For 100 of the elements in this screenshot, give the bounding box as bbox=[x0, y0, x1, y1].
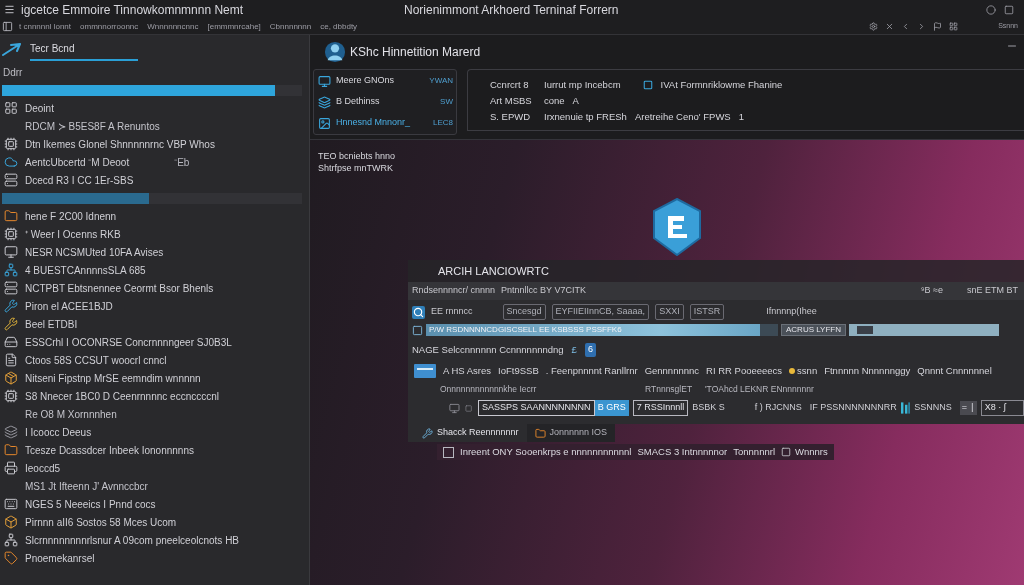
sidebar-subitem[interactable]: MS1 Jt Ifteenn J' Avnnccbcr bbox=[25, 478, 148, 494]
sidebar-item[interactable]: Dcecd R3 I CC 1Er-SBS bbox=[4, 172, 134, 188]
slider-thumb[interactable] bbox=[857, 326, 873, 334]
circle-icon[interactable] bbox=[986, 4, 996, 15]
section-heading: Ddrr bbox=[3, 65, 23, 80]
sidebar-item[interactable]: Piron el ACEE1BJD bbox=[4, 298, 113, 314]
toolbar-item[interactable]: ⁹B ≈e bbox=[920, 284, 943, 298]
printer-icon bbox=[4, 461, 18, 475]
search-icon[interactable] bbox=[412, 305, 425, 319]
nav-item[interactable]: B Dethinss SW bbox=[317, 92, 453, 112]
text-field[interactable]: 7 RSSInnnll bbox=[632, 400, 689, 416]
slider-track[interactable] bbox=[848, 324, 999, 336]
combo-field[interactable]: X8 · ʃ bbox=[980, 400, 1024, 416]
menu-item[interactable]: ce, dbbdty bbox=[320, 20, 358, 33]
sidebar-item[interactable]: Ieoccd5 bbox=[4, 460, 61, 476]
nav-item[interactable]: Hnnesnd Mnnonr_ LEC8 bbox=[317, 113, 453, 133]
filter-chip[interactable]: SXXI bbox=[655, 304, 684, 320]
flag-icon[interactable] bbox=[933, 22, 943, 31]
menu-item[interactable]: ommnnorroonnc bbox=[80, 20, 139, 33]
sidebar-item[interactable]: Tcesze Dcassdcer Inbeek Iononnnnns bbox=[4, 442, 194, 458]
square-icon bbox=[781, 447, 791, 457]
sidebar-item[interactable]: ESSCrhl I OCONRSE Concrnnnngeer SJ0B3L bbox=[4, 334, 232, 350]
filter-chip[interactable]: Sncesgd bbox=[502, 304, 546, 320]
cloud-icon bbox=[4, 155, 18, 169]
bottom-tab[interactable]: Jonnnnnn IOS bbox=[526, 424, 616, 442]
filter-chip[interactable]: ISTSR bbox=[689, 304, 725, 320]
status-text: SMACS 3 Intnnnnnor bbox=[637, 444, 728, 459]
input-field[interactable]: SASSPS SAANNNNNNNN bbox=[478, 400, 595, 416]
sidebar-item[interactable]: NESR NCSMUted 10FA Avises bbox=[4, 244, 164, 260]
sidebar-item[interactable]: Beel ETDBI bbox=[4, 316, 78, 332]
dialog-title: ARCIH LANCIOWRTC bbox=[438, 263, 550, 279]
detail-text: Art MSBS bbox=[490, 93, 533, 108]
path-text: Pntnnllcc BY V7CITK bbox=[501, 284, 586, 298]
sidebar-item[interactable]: Pnoemekanrsel bbox=[4, 550, 95, 566]
sidebar-item[interactable]: hene F 2C00 Idnenn bbox=[4, 208, 117, 224]
filter-chip[interactable]: EYFIIEIInnCB, Saaaa, bbox=[551, 304, 650, 320]
column-label: RI RR Pooeeeecs bbox=[706, 363, 783, 378]
menu-item[interactable]: [emmmnrcahe] bbox=[207, 20, 261, 33]
sidebar-item[interactable]: NCTPBT Ebtsnennee Ceormt Bsor Bhenls bbox=[4, 280, 214, 296]
sidebar-item[interactable]: Deoint bbox=[4, 100, 54, 116]
sidebar-item[interactable]: 4 BUESTCAnnnnsSLA 685 bbox=[4, 262, 146, 278]
item-value: ⁻Eb bbox=[174, 155, 190, 170]
sidebar-item[interactable]: ⁺ Weer I Ocenns RKB bbox=[4, 226, 121, 242]
panel-icon[interactable] bbox=[2, 21, 13, 32]
detail-text: 1 bbox=[738, 109, 744, 124]
sidebar-subitem[interactable]: Re O8 M Xornnnhen bbox=[25, 406, 117, 422]
field-value: SSNNNS bbox=[914, 401, 952, 415]
package-icon bbox=[4, 371, 18, 385]
filter-label: Ifnnnnp(Ihee bbox=[766, 305, 817, 319]
folder-icon bbox=[4, 209, 18, 223]
detail-text: cone bbox=[544, 93, 565, 108]
network-icon bbox=[4, 263, 18, 277]
field-caption: RTnnnsglET bbox=[645, 383, 694, 396]
sidebar-item[interactable]: Pirnnn aII6 Sostos 58 Mces Ucom bbox=[4, 514, 177, 530]
grid-icon[interactable] bbox=[949, 22, 959, 31]
menu-item[interactable]: Cbnnnnnnn bbox=[269, 20, 312, 33]
filter-label: EE rnnncc bbox=[431, 305, 473, 319]
column-label: Qnnnt Cnnnnnnel bbox=[917, 363, 992, 378]
sidebar-item[interactable]: Ctoos 58S CCSUT woocrl cnncl bbox=[4, 352, 167, 368]
close-icon[interactable] bbox=[885, 22, 895, 31]
menu-item[interactable]: Wnnnnnncnnc bbox=[147, 20, 199, 33]
detail-text: Irxnenuie tp FRESh bbox=[544, 109, 627, 124]
square-icon bbox=[412, 324, 423, 336]
settings-icon[interactable] bbox=[869, 22, 879, 31]
field-caption: Onnnnnnnnnnnnkhe Iecrr bbox=[440, 383, 538, 396]
detail-text: Iurrut mp Incebcm bbox=[544, 77, 621, 92]
column-label: A HS Asres bbox=[443, 363, 492, 378]
layers-icon bbox=[317, 95, 332, 109]
sidebar-item[interactable]: Nitseni Fipstnp MrSE eemndim wnnnnn bbox=[4, 370, 201, 386]
menu-item[interactable]: t cnnnnnl lonnt bbox=[19, 20, 72, 33]
sidebar-item[interactable]: Slcrnnnnnnnnrlsnur A 09com pneelceolcnots HB bbox=[4, 532, 240, 548]
detail-note: IVAt Formnriklowme Fhanine bbox=[660, 77, 783, 92]
square-icon[interactable] bbox=[1004, 4, 1014, 15]
progress-label: P/W RSDNNNNCDGISCSELL EE KSBSSS PSSFFK6 bbox=[428, 324, 622, 336]
sidebar-item[interactable]: AentcUbcertd ⁻M Deoot bbox=[4, 154, 130, 170]
sidebar-item[interactable]: S8 Nnecer 1BC0 D Ceenrnnnnc eccnccccnl bbox=[4, 388, 219, 404]
sidebar-item[interactable]: NGES 5 Neeeics I Pnnd cocs bbox=[4, 496, 156, 512]
window-title: igcetce Emmoire Tinnowkomnmnnn Nemt bbox=[21, 1, 244, 19]
detail-text: S. EPWD bbox=[490, 109, 532, 124]
sidebar-item[interactable]: I Icoocc Deeus bbox=[4, 424, 92, 440]
nav-item[interactable]: Meere GNOns YWAN bbox=[317, 71, 453, 91]
tag-icon bbox=[4, 551, 18, 565]
sidebar-item[interactable]: Dtn Ikemes Glonel Shnnnnnrnc VBP Whos bbox=[4, 136, 215, 152]
wrench-icon bbox=[4, 299, 18, 313]
card-icon bbox=[414, 364, 436, 378]
server-icon bbox=[4, 173, 18, 187]
square-icon bbox=[642, 80, 653, 90]
sidebar-subitem[interactable]: RDCM ≻ B5ES8F A Renuntos bbox=[25, 118, 160, 134]
small-button[interactable]: = ∣ bbox=[959, 401, 977, 415]
caption-text: Shtrfpse mnTWRK bbox=[318, 162, 393, 174]
path-text: Rndsennnncr/ cnnnn bbox=[412, 284, 496, 298]
arrow-icon bbox=[2, 42, 22, 56]
menu-icon[interactable] bbox=[4, 4, 15, 15]
column-label: IoFt9SSB bbox=[498, 363, 539, 378]
detail-text: Ccnrcrt 8 bbox=[490, 77, 530, 92]
app-title: Norienimmont Arkhoerd Terninaf Forrern bbox=[404, 1, 619, 19]
toolbar-item[interactable]: snE ETM BT bbox=[967, 284, 1018, 298]
panel-title: KShc Hinnetition Marerd bbox=[350, 44, 481, 61]
checkbox[interactable] bbox=[443, 446, 454, 458]
bottom-tab[interactable]: Shacck Reennnnnnr bbox=[408, 424, 527, 442]
